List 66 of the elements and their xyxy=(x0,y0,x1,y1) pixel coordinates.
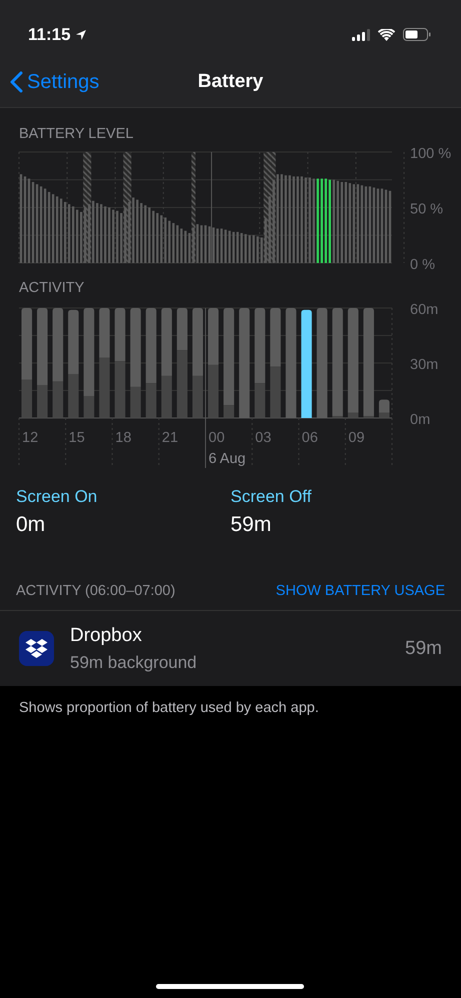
axis-label: 0 % xyxy=(410,256,435,270)
chart-bar xyxy=(144,205,146,263)
axis-label: 100 % xyxy=(410,146,452,162)
screen-time-label: Screen Off xyxy=(230,486,312,508)
axis-label: 0m xyxy=(410,412,430,428)
chart-bar xyxy=(116,210,118,263)
chart-bar xyxy=(114,308,126,361)
axis-label: 09 xyxy=(348,430,365,446)
axis-label: 30m xyxy=(410,356,438,372)
section-header: ACTIVITY xyxy=(18,278,86,298)
chart-bar xyxy=(208,364,219,418)
chart-bar xyxy=(100,204,102,263)
page-title: Battery xyxy=(198,71,264,92)
battery-icon xyxy=(403,28,431,41)
axis-label: 21 xyxy=(162,430,178,446)
show-battery-usage-link[interactable]: SHOW BATTERY USAGE xyxy=(276,580,445,602)
chart-bar xyxy=(96,202,98,263)
axis-label: 00 xyxy=(208,430,225,446)
axis-label: 60m xyxy=(410,302,438,318)
chart-bar xyxy=(140,202,142,263)
chart-bar xyxy=(112,209,114,263)
chart-bar xyxy=(148,207,150,263)
chart-bar xyxy=(120,212,122,263)
screen-time-value: 59m xyxy=(230,512,272,538)
footer-note: Shows proportion of battery used by each app. xyxy=(18,699,320,718)
screen-time-label: Screen On xyxy=(16,486,98,508)
chart-bar xyxy=(80,212,82,263)
chart-bar xyxy=(270,366,281,418)
chart-bar xyxy=(108,207,110,263)
axis-label: 06 xyxy=(302,430,318,446)
chart-bar xyxy=(124,207,126,263)
screen-time-value: 0m xyxy=(16,512,46,538)
axis-label: 18 xyxy=(115,430,132,446)
app-detail: 59m background xyxy=(70,652,198,674)
location-arrow-icon xyxy=(74,28,87,40)
app-name: Dropbox xyxy=(70,624,143,648)
chart-bar xyxy=(136,199,138,263)
chart-bar xyxy=(270,308,281,366)
chart-bar xyxy=(268,196,271,263)
chart-bar xyxy=(264,218,267,263)
section-header: BATTERY LEVEL xyxy=(18,125,134,144)
chart-bar xyxy=(88,204,90,263)
chart-bar xyxy=(132,197,134,263)
chart-bar xyxy=(92,200,94,263)
chart-bar xyxy=(99,357,110,418)
signal-icon xyxy=(352,28,370,40)
chevron-left-icon xyxy=(10,70,23,92)
axis-label: 12 xyxy=(22,430,38,446)
axis-label: 50 % xyxy=(410,201,444,218)
axis-label: 15 xyxy=(68,430,85,446)
date-label: 6 Aug xyxy=(208,450,246,466)
chart-bar xyxy=(99,308,110,357)
wifi-icon xyxy=(378,28,395,40)
chart-bar xyxy=(114,360,126,418)
clock: 11:15 xyxy=(28,24,71,46)
chart-bar xyxy=(104,206,106,263)
app-usage-value: 59m xyxy=(405,636,442,660)
axis-label: 03 xyxy=(255,430,272,446)
app-row[interactable]: Dropbox 59m background 59m xyxy=(0,610,461,686)
chart-bar xyxy=(208,308,219,364)
chart-bar xyxy=(76,209,78,263)
app-icon xyxy=(19,631,54,666)
back-button[interactable]: Settings xyxy=(0,66,100,96)
section-header: ACTIVITY (06:00–07:00) xyxy=(16,582,176,600)
chart-bar xyxy=(84,207,86,263)
chart-bar xyxy=(128,202,130,263)
